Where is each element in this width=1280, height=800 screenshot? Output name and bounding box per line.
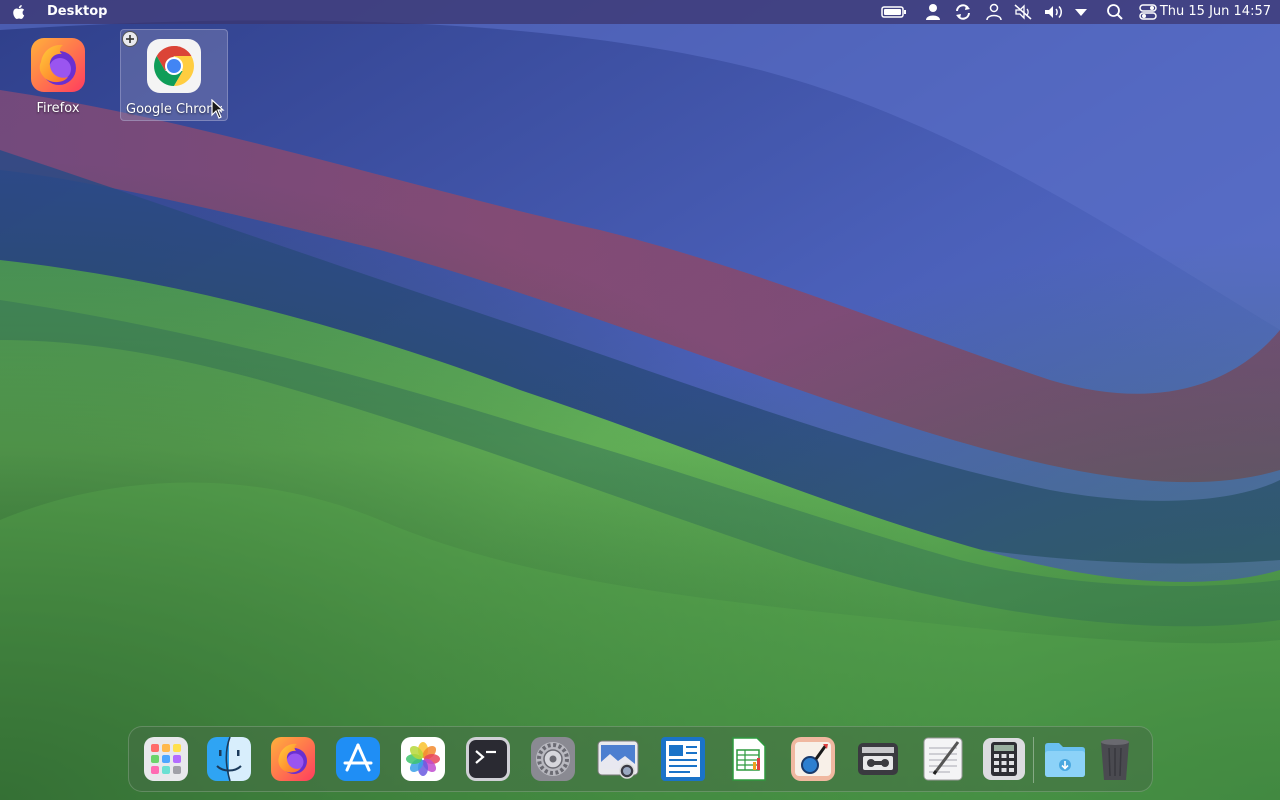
desktop-icon-label: Google Chrome [126,102,222,117]
app-store-icon[interactable] [335,736,381,782]
clock[interactable]: Thu 15 Jun 14:57 [1160,4,1271,19]
image-editor-icon[interactable] [790,736,836,782]
app-name-menu[interactable]: Desktop [47,4,107,19]
account-icon[interactable] [983,2,1005,22]
calculator-icon[interactable] [981,736,1027,782]
dropdown-arrow-icon[interactable] [1072,2,1090,22]
firefox-icon[interactable] [270,736,316,782]
text-editor-icon[interactable] [920,736,966,782]
plus-icon[interactable] [122,31,138,47]
desktop: Desktop Thu 15 Jun 14:57 Firefox Google … [0,0,1280,800]
document-writer-icon[interactable] [660,736,706,782]
launchpad-icon[interactable] [143,736,189,782]
search-icon[interactable] [1104,2,1126,22]
spreadsheet-icon[interactable] [725,736,771,782]
tape-recorder-icon[interactable] [855,736,901,782]
system-settings-icon[interactable] [530,736,576,782]
desktop-icon-firefox[interactable]: Firefox [4,29,112,121]
desktop-icon-label: Firefox [36,101,80,116]
menu-bar: Desktop Thu 15 Jun 14:57 [0,0,1280,24]
mute-icon[interactable] [1012,2,1034,22]
image-viewer-icon[interactable] [595,736,641,782]
battery-icon[interactable] [880,2,908,22]
terminal-icon[interactable] [465,736,511,782]
mouse-cursor-icon [211,99,225,119]
chrome-icon [147,39,201,93]
finder-icon[interactable] [206,736,252,782]
dock-separator [1033,737,1034,783]
control-center-icon[interactable] [1137,2,1159,22]
photos-icon[interactable] [400,736,446,782]
user-icon[interactable] [922,2,944,22]
firefox-icon [31,38,85,92]
sync-icon[interactable] [952,2,974,22]
dock [128,726,1153,792]
trash-icon[interactable] [1092,736,1138,782]
apple-menu-icon[interactable] [9,2,29,22]
volume-icon[interactable] [1042,2,1066,22]
downloads-folder-icon[interactable] [1042,736,1088,782]
